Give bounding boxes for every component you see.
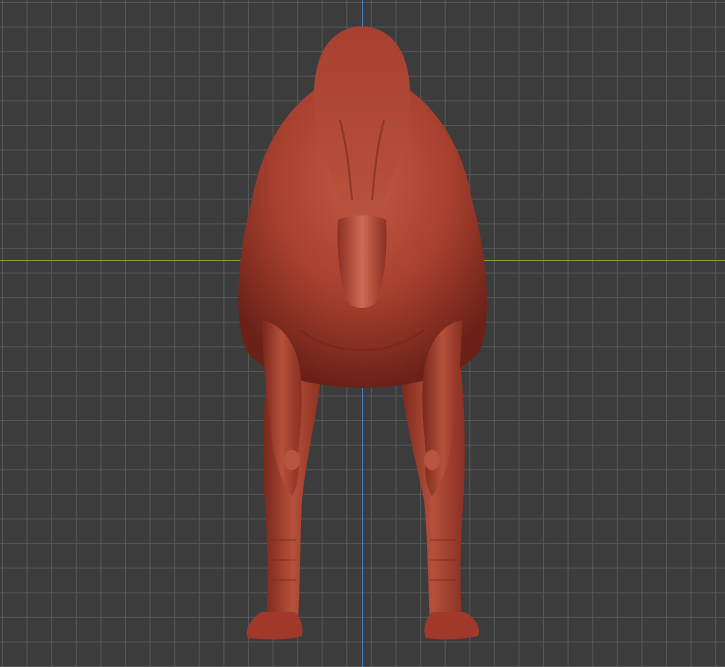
dinosaur-model[interactable] — [0, 0, 725, 667]
3d-viewport[interactable] — [0, 0, 725, 667]
